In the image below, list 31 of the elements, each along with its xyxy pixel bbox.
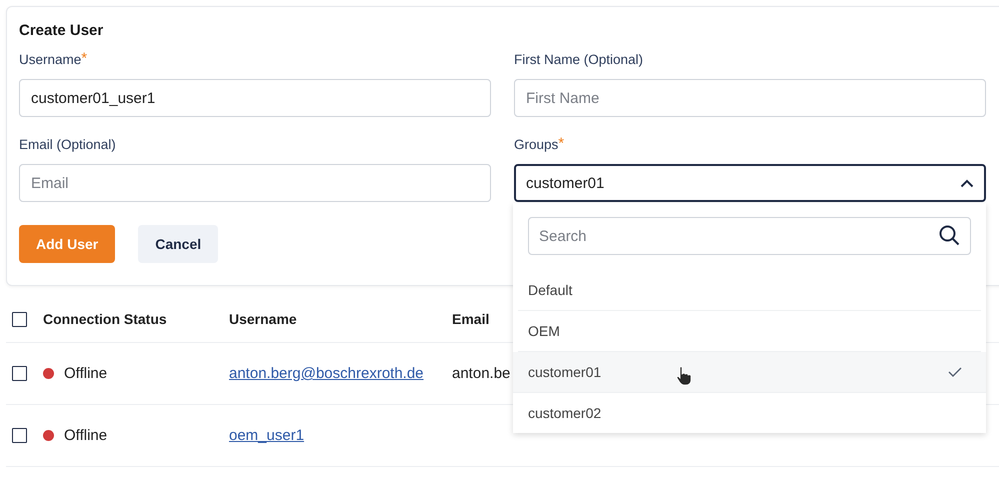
email-text: anton.be [452, 365, 510, 382]
field-label: First Name (Optional) [514, 52, 644, 67]
cancel-button[interactable]: Cancel [138, 225, 218, 263]
text-field[interactable]: Email [19, 164, 491, 202]
form-title: Create User [19, 22, 104, 39]
search-field[interactable]: Search [528, 217, 971, 255]
dropdown-option[interactable]: customer02 [518, 393, 981, 433]
column-header: Username [229, 311, 297, 327]
groups-select[interactable]: customer01 [514, 164, 986, 202]
column-header: Connection Status [43, 311, 167, 327]
checkbox[interactable] [12, 366, 27, 381]
hand-pointer-icon [676, 366, 692, 386]
checkmark-icon [948, 367, 962, 377]
required-mark: * [81, 52, 88, 66]
dropdown-option[interactable]: Default [518, 270, 981, 311]
checkbox[interactable] [12, 312, 27, 326]
username-link[interactable]: oem_user1 [229, 427, 304, 444]
field-label: Username [19, 52, 82, 67]
field-label: Groups [514, 137, 558, 152]
text-field[interactable]: First Name [514, 79, 986, 117]
status-text: Offline [64, 427, 108, 444]
chevron-icon [960, 178, 974, 188]
username-link[interactable]: anton.berg@boschrexroth.de [229, 365, 424, 382]
column-header: Email [452, 311, 490, 327]
field-label: Email (Optional) [19, 137, 116, 152]
dropdown-option[interactable]: customer01 [513, 352, 986, 393]
text-field[interactable]: customer01_user1 [19, 79, 491, 117]
checkbox[interactable] [12, 428, 27, 443]
required-mark: * [558, 137, 564, 151]
status-text: Offline [64, 365, 108, 382]
search-icon [939, 225, 960, 246]
